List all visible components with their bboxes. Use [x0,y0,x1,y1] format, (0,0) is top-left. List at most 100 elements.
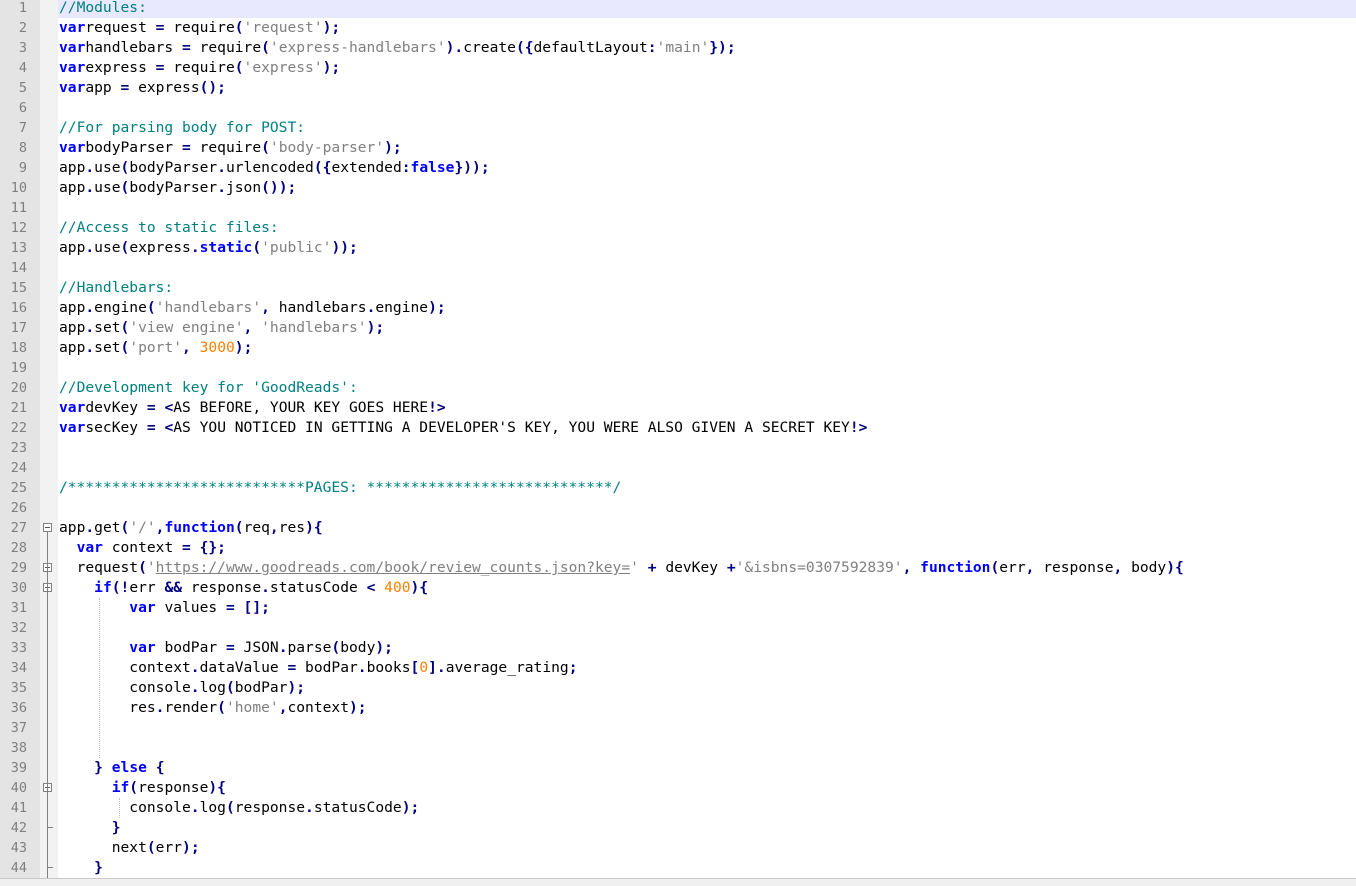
code-line[interactable]: 20 //Development key for 'GoodReads': [0,378,1356,398]
code-text[interactable]: app.use(express.static('public')); [58,238,1356,258]
code-line[interactable]: 14 [0,258,1356,278]
code-line[interactable]: 28 var context = {}; [0,538,1356,558]
code-text[interactable]: } [58,818,1356,838]
code-text[interactable]: app.set('port', 3000); [58,338,1356,358]
code-text[interactable]: if(response){ [58,778,1356,798]
code-line[interactable]: 41 console.log(response.statusCode); [0,798,1356,818]
fold-toggle-icon[interactable] [43,523,52,532]
code-text[interactable]: next(err); [58,838,1356,858]
code-text[interactable]: varbodyParser = require('body-parser'); [58,138,1356,158]
code-line[interactable]: 2 varrequest = require('request'); [0,18,1356,38]
code-text[interactable] [58,98,1356,118]
code-line[interactable]: 44 } [0,858,1356,878]
code-line[interactable]: 5 varapp = express(); [0,78,1356,98]
code-text[interactable] [58,498,1356,518]
code-token: (); [199,79,226,96]
code-line[interactable]: 4 varexpress = require('express'); [0,58,1356,78]
code-line[interactable]: 11 [0,198,1356,218]
code-token: ( [234,59,244,76]
code-text[interactable]: varhandlebars = require('express-handleb… [58,38,1356,58]
code-line[interactable]: 7 //For parsing body for POST: [0,118,1356,138]
code-text[interactable]: //For parsing body for POST: [58,118,1356,138]
code-line[interactable]: 37 [0,718,1356,738]
code-text[interactable]: var context = {}; [58,538,1356,558]
code-line[interactable]: 13 app.use(express.static('public')); [0,238,1356,258]
code-text[interactable]: //Development key for 'GoodReads': [58,378,1356,398]
line-number: 39 [10,760,27,776]
code-text[interactable] [58,738,1356,758]
line-number: 20 [10,380,27,396]
code-text[interactable]: console.log(response.statusCode); [58,798,1356,818]
code-line[interactable]: 17 app.set('view engine', 'handlebars'); [0,318,1356,338]
code-text[interactable] [58,358,1356,378]
code-text[interactable]: if(!err && response.statusCode < 400){ [58,578,1356,598]
code-text[interactable]: //Access to static files: [58,218,1356,238]
code-line[interactable]: 35 console.log(bodPar); [0,678,1356,698]
code-text[interactable]: app.use(bodyParser.json()); [58,178,1356,198]
code-token: express [85,59,156,76]
code-line[interactable]: 27 app.get('/',function(req,res){ [0,518,1356,538]
code-text[interactable]: varexpress = require('express'); [58,58,1356,78]
code-line[interactable]: 43 next(err); [0,838,1356,858]
code-line[interactable]: 33 var bodPar = JSON.parse(body); [0,638,1356,658]
code-line[interactable]: 15 //Handlebars: [0,278,1356,298]
code-line[interactable]: 40 if(response){ [0,778,1356,798]
code-line[interactable]: 1 //Modules: [0,0,1356,18]
line-number: 26 [10,500,27,516]
code-line[interactable]: 29 request('https://www.goodreads.com/bo… [0,558,1356,578]
code-line[interactable]: 16 app.engine('handlebars', handlebars.en… [0,298,1356,318]
code-text[interactable]: console.log(bodPar); [58,678,1356,698]
code-line[interactable]: 34 context.dataValue = bodPar.books[0].a… [0,658,1356,678]
code-line[interactable]: 3 varhandlebars = require('express-handle… [0,38,1356,58]
code-line[interactable]: 25 /***************************PAGES: ***… [0,478,1356,498]
code-text[interactable] [58,198,1356,218]
code-line[interactable]: 24 [0,458,1356,478]
code-token: [ [410,659,420,676]
code-line[interactable]: 22 varsecKey = <AS YOU NOTICED IN GETTING… [0,418,1356,438]
code-text[interactable]: var values = []; [58,598,1356,618]
code-text[interactable]: varsecKey = <AS YOU NOTICED IN GETTING A… [58,418,1356,438]
code-editor[interactable]: 1//Modules: 2 varrequest = require('reques… [0,0,1356,878]
code-text[interactable] [58,718,1356,738]
code-text[interactable] [58,438,1356,458]
code-text[interactable] [58,618,1356,638]
code-text[interactable]: app.use(bodyParser.urlencoded({extended:… [58,158,1356,178]
code-text[interactable]: request('https://www.goodreads.com/book/… [58,558,1356,578]
code-line[interactable]: 12 //Access to static files: [0,218,1356,238]
code-text[interactable]: app.set('view engine', 'handlebars'); [58,318,1356,338]
line-number: 9 [18,160,27,176]
code-text[interactable]: vardevKey = <AS BEFORE, YOUR KEY GOES HE… [58,398,1356,418]
code-line[interactable]: 38 [0,738,1356,758]
code-line[interactable]: 21 vardevKey = <AS BEFORE, YOUR KEY GOES … [0,398,1356,418]
code-line[interactable]: 42 } [0,818,1356,838]
code-text[interactable]: //Modules: [58,0,1356,18]
code-line[interactable]: 31 var values = []; [0,598,1356,618]
code-line[interactable]: 8 varbodyParser = require('body-parser'); [0,138,1356,158]
code-text[interactable] [58,258,1356,278]
code-text[interactable]: app.get('/',function(req,res){ [58,518,1356,538]
code-text[interactable]: var bodPar = JSON.parse(body); [58,638,1356,658]
code-line[interactable]: 36 res.render('home',context); [0,698,1356,718]
code-text[interactable]: /***************************PAGES: *****… [58,478,1356,498]
code-line[interactable]: 10 app.use(bodyParser.json()); [0,178,1356,198]
code-text[interactable]: res.render('home',context); [58,698,1356,718]
code-text[interactable]: } [58,858,1356,878]
code-line[interactable]: 30 if(!err && response.statusCode < 400)… [0,578,1356,598]
code-token: ); [366,319,385,336]
code-text[interactable]: } else { [58,758,1356,778]
code-line[interactable]: 18 app.set('port', 3000); [0,338,1356,358]
code-line[interactable]: 6 [0,98,1356,118]
code-token: . [217,179,226,196]
code-line[interactable]: 9 app.use(bodyParser.urlencoded({extended… [0,158,1356,178]
code-text[interactable]: varrequest = require('request'); [58,18,1356,38]
code-line[interactable]: 19 [0,358,1356,378]
code-text[interactable]: context.dataValue = bodPar.books[0].aver… [58,658,1356,678]
code-line[interactable]: 39 } else { [0,758,1356,778]
code-text[interactable]: app.engine('handlebars', handlebars.engi… [58,298,1356,318]
code-line[interactable]: 32 [0,618,1356,638]
code-line[interactable]: 26 [0,498,1356,518]
code-text[interactable]: varapp = express(); [58,78,1356,98]
code-text[interactable]: //Handlebars: [58,278,1356,298]
code-text[interactable] [58,458,1356,478]
code-line[interactable]: 23 [0,438,1356,458]
